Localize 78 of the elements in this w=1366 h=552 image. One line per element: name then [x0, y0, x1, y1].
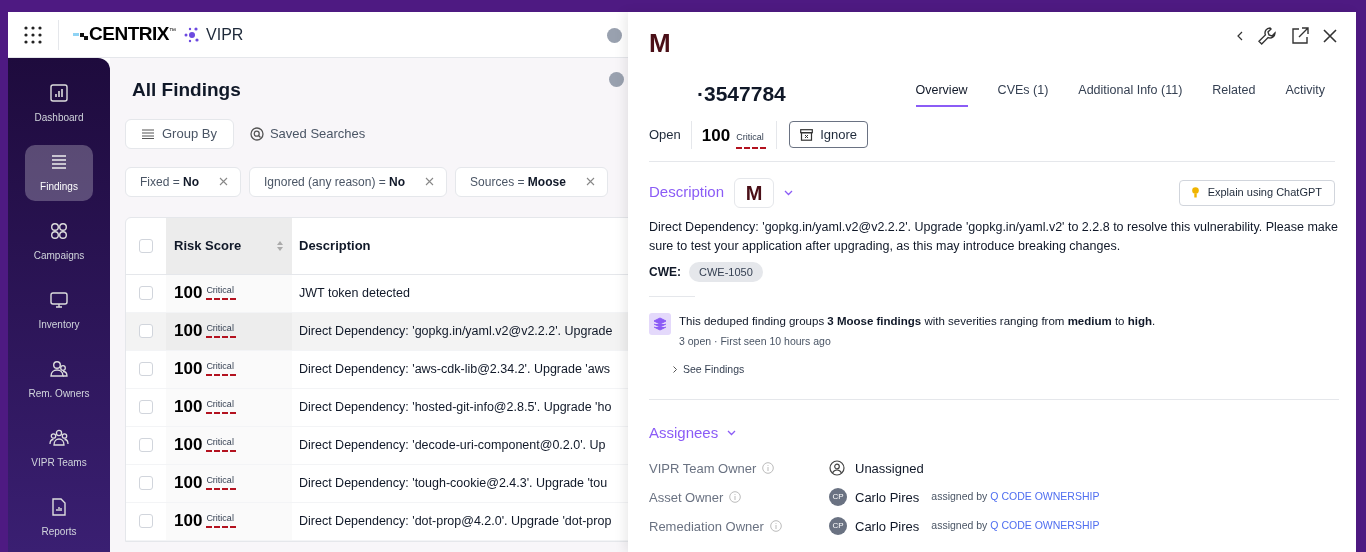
sidebar-item[interactable]: VIPR Teams	[25, 421, 93, 477]
source-badge: M	[734, 177, 775, 208]
sidebar-item[interactable]: Rem. Owners	[25, 352, 93, 408]
cwe-label: CWE:	[649, 263, 681, 281]
table-cell-text: Direct Dependency: 'hosted-git-info@2.8.5'. Upgrade 'ho	[299, 398, 612, 416]
sidebar-item[interactable]: Findings	[25, 145, 93, 201]
table-cell-text: JWT token detected	[299, 284, 410, 302]
filter-chip[interactable]: Ignored (any reason) = No	[249, 166, 448, 197]
assigned-by-label: assigned by	[931, 489, 988, 505]
app-name: VIPR	[206, 24, 244, 45]
table-row[interactable]: 100 Critical Direct Dependency: 'tough-cookie@2.4.3'. Upgrade 'tou	[126, 464, 628, 503]
saved-searches-button[interactable]: Saved Searches	[249, 123, 366, 144]
risk-score: 100	[174, 358, 203, 381]
severity-label: Critical	[206, 438, 235, 447]
tab[interactable]: Activity	[1285, 80, 1325, 107]
column-header[interactable]: Risk Score	[174, 235, 242, 256]
page-title: All Findings	[132, 79, 241, 100]
avatar: CP	[829, 488, 847, 507]
risk-score: 100	[174, 396, 203, 419]
risk-score: 100	[174, 510, 203, 533]
role-label: VIPR Team Owner	[649, 459, 757, 478]
table-cell-text: Direct Dependency: 'tough-cookie@2.4.3'. Upgrade 'tou	[299, 474, 608, 492]
risk-score: 100	[174, 434, 203, 457]
assignee-name: Carlo Pires	[855, 517, 920, 536]
risk-score: 100	[174, 472, 203, 495]
severity-label: Critical	[206, 324, 235, 333]
logo: M	[649, 30, 671, 56]
sidebar-item[interactable]: Reports	[25, 490, 93, 546]
severity-label: Critical	[206, 514, 235, 523]
finding-id: ·3547784	[697, 81, 786, 107]
table-row[interactable]: 100 Critical JWT token detected	[126, 274, 628, 313]
severity-label: Critical	[206, 476, 235, 485]
section-title: Description	[649, 182, 725, 203]
avatar: CP	[829, 517, 847, 536]
filter-chip[interactable]: Sources = Moose	[455, 166, 608, 197]
filter-chip[interactable]: Fixed = No	[125, 166, 242, 197]
table-row[interactable]: 100 Critical Direct Dependency: 'aws-cdk-lib@2.34.2'. Upgrade 'aws	[126, 350, 628, 389]
severity-label: Critical	[206, 362, 235, 371]
group-by-button[interactable]: Group By	[125, 118, 234, 149]
role-label: Asset Owner	[649, 488, 724, 507]
sidebar-item[interactable]: Dashboard	[25, 76, 93, 132]
table-row[interactable]: 100 Critical Direct Dependency: 'hosted-git-info@2.8.5'. Upgrade 'ho	[126, 388, 628, 427]
role-label: Remediation Owner	[649, 517, 764, 536]
column-header: Description	[299, 236, 371, 255]
tab[interactable]: Additional Info (11)	[1078, 80, 1183, 107]
dedup-text: This deduped finding groups 3 Moose findings with severities ranging from medium to high.	[679, 314, 1156, 329]
risk-score: 100	[174, 320, 203, 343]
severity-label: Critical	[206, 400, 235, 409]
table-row[interactable]: 100 Critical Direct Dependency: 'dot-prop@4.2.0'. Upgrade 'dot-prop	[126, 502, 628, 541]
table-row[interactable]: 100 Critical Direct Dependency: 'decode-uri-component@0.2.0'. Up	[126, 426, 628, 465]
assigned-by-label: assigned by	[931, 518, 988, 534]
tab[interactable]: Related	[1212, 80, 1256, 107]
table-row[interactable]: 100 Critical Direct Dependency: 'gopkg.in/yaml.v2@v2.2.2'. Upgrade	[126, 312, 628, 351]
logo: CENTRIX	[89, 22, 170, 47]
assignee-name: Carlo Pires	[855, 488, 920, 507]
table-cell-text: Direct Dependency: 'decode-uri-component@0.2.0'. Up	[299, 436, 606, 454]
table-cell-text: Direct Dependency: 'dot-prop@4.2.0'. Upgrade 'dot-prop	[299, 512, 612, 530]
tab[interactable]: CVEs (1)	[997, 80, 1049, 107]
sidebar-item[interactable]: Inventory	[25, 283, 93, 339]
see-findings-link[interactable]: See Findings	[673, 362, 1156, 378]
sidebar-item[interactable]: Campaigns	[25, 214, 93, 270]
severity-label: Critical	[206, 286, 235, 295]
ignore-button[interactable]: Ignore	[789, 121, 869, 148]
tab[interactable]: Overview	[915, 80, 968, 107]
severity-label: Critical	[736, 131, 765, 144]
source-link[interactable]: Q CODE OWNERSHIP	[990, 489, 1100, 506]
section-title: Assignees	[649, 422, 719, 443]
description-text: Direct Dependency: 'gopkg.in/yaml.v2@v2.2.2'. Upgrade 'gopkg.in/yaml.v2' to 2.2.8 to resolve this vulnerability. Please make sure to test your application after upgrading, as this may introduce breaking changes.	[649, 218, 1339, 255]
status-label: Open	[649, 120, 692, 149]
dedup-meta: 3 open · First seen 10 hours ago	[679, 334, 832, 350]
assignee-name: Unassigned	[855, 459, 924, 478]
table-cell-text: Direct Dependency: 'aws-cdk-lib@2.34.2'. Upgrade 'aws	[299, 360, 610, 378]
source-link[interactable]: Q CODE OWNERSHIP	[990, 518, 1100, 535]
risk-score: 100	[174, 282, 203, 305]
table-cell-text: Direct Dependency: 'gopkg.in/yaml.v2@v2.2.2'. Upgrade	[299, 322, 613, 340]
cwe-tag: CWE-1050	[689, 261, 763, 282]
explain-button[interactable]: Explain using ChatGPT	[1178, 179, 1335, 206]
risk-score: 100	[701, 125, 731, 147]
